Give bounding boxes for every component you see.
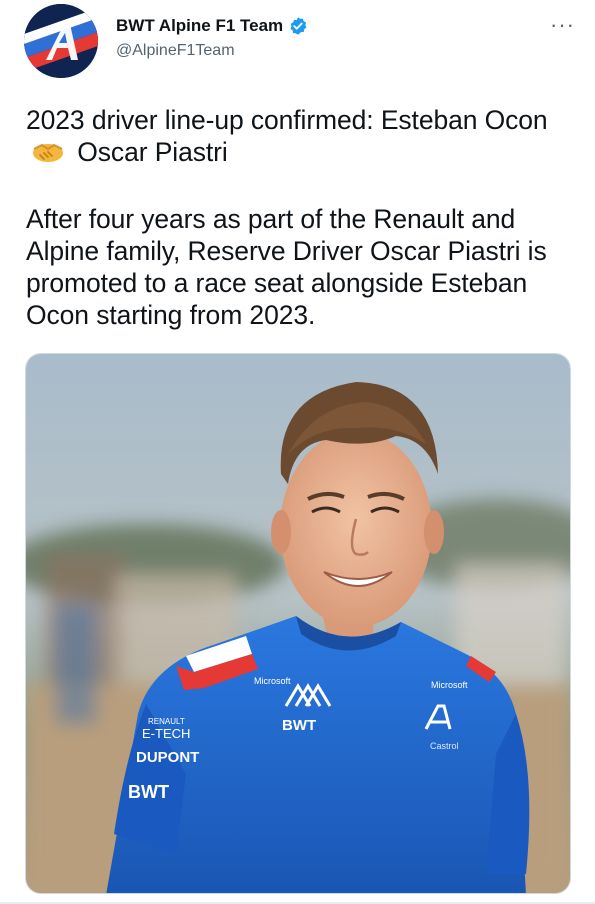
tweet-text-part1: 2023 driver line-up confirmed: Esteban O… <box>26 105 548 135</box>
handshake-icon <box>33 143 63 162</box>
author-handle[interactable]: @AlpineF1Team <box>116 42 235 60</box>
tweet-text-paragraph2: After four years as part of the Renault … <box>26 204 547 330</box>
verified-badge-icon <box>290 17 307 35</box>
author-name-row[interactable]: BWT Alpine F1 Team <box>116 16 308 36</box>
shirt-text-3: DUPONT <box>136 749 199 766</box>
alpine-logo-icon <box>24 4 98 78</box>
more-dots-icon[interactable]: ··· <box>550 14 575 36</box>
tweet-text-line1: 2023 driver line-up confirmed: Esteban O… <box>26 104 574 168</box>
author-avatar[interactable] <box>24 4 98 78</box>
tweet-text-part2: Oscar Piastri <box>77 137 228 167</box>
driver-photo: BWT Microsoft Microsoft Castrol RENAULT … <box>26 354 570 893</box>
tweet-photo[interactable]: BWT Microsoft Microsoft Castrol RENAULT … <box>25 353 571 894</box>
author-name[interactable]: BWT Alpine F1 Team <box>116 16 283 36</box>
shirt-text-1: RENAULT <box>148 717 185 726</box>
shirt-text-4: BWT <box>128 782 169 802</box>
shirt-microsoft-right: Microsoft <box>431 680 468 690</box>
shirt-microsoft-left: Microsoft <box>254 676 291 686</box>
shirt-bwt-center: BWT <box>282 717 316 734</box>
shirt-text-2: E-TECH <box>142 726 190 741</box>
shirt-castrol: Castrol <box>430 741 459 751</box>
